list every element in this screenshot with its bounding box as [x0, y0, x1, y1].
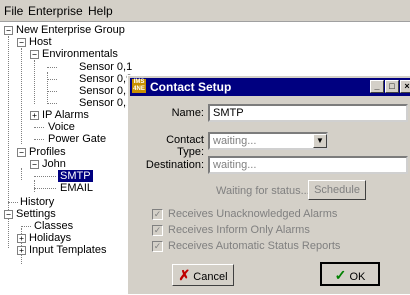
tree-node-environmentals[interactable]: Environmentals [42, 48, 118, 60]
destination-label: Destination: [145, 159, 204, 171]
tree-node-root[interactable]: New Enterprise Group [16, 24, 125, 36]
collapse-icon[interactable]: − [17, 38, 26, 47]
tree-node-history[interactable]: History [20, 196, 54, 208]
tree-node-smtp-selected[interactable]: SMTP [58, 170, 93, 182]
tree-node-classes[interactable]: Classes [34, 220, 73, 232]
collapse-icon[interactable]: − [4, 210, 13, 219]
expand-icon[interactable]: + [17, 246, 26, 255]
contact-type-label: Contact Type: [166, 134, 204, 158]
tree-node-sensor-0-1[interactable]: Sensor 0,1 [79, 61, 132, 73]
dialog-title: Contact Setup [150, 80, 232, 94]
minimize-icon[interactable]: _ [370, 80, 384, 93]
tree-node-voice[interactable]: Voice [48, 121, 75, 133]
ok-button-label: OK [349, 271, 366, 283]
menu-bar: File Enterprise Help [0, 0, 410, 22]
contact-setup-dialog: IMS 4NE Contact Setup _ □ × Name: SMTP C… [127, 75, 410, 295]
maximize-icon[interactable]: □ [385, 80, 399, 93]
menu-file[interactable]: File [4, 4, 23, 18]
tree-node-ip-alarms[interactable]: IP Alarms [42, 109, 89, 121]
chevron-down-icon[interactable]: ▼ [313, 134, 327, 148]
collapse-icon[interactable]: − [30, 160, 39, 169]
x-icon: ✗ [178, 267, 191, 283]
tree-node-john[interactable]: John [42, 158, 66, 170]
tree-node-settings[interactable]: Settings [16, 208, 56, 220]
menu-help[interactable]: Help [88, 4, 113, 18]
tree-node-holidays[interactable]: Holidays [29, 232, 71, 244]
schedule-button[interactable]: Schedule [308, 180, 366, 200]
status-text: Waiting for status... [216, 185, 310, 197]
cancel-button[interactable]: ✗ Cancel [172, 264, 234, 286]
close-icon[interactable]: × [400, 80, 410, 93]
tree-node-email[interactable]: EMAIL [60, 182, 93, 194]
dialog-titlebar[interactable]: IMS 4NE Contact Setup _ □ × [130, 78, 410, 96]
expand-icon[interactable]: + [30, 111, 39, 120]
checkbox-inform-only-alarms[interactable]: ✓ [152, 225, 163, 236]
destination-field[interactable]: waiting... [208, 156, 408, 174]
menu-enterprise[interactable]: Enterprise [28, 4, 83, 18]
tree-node-profiles[interactable]: Profiles [29, 146, 66, 158]
ok-button[interactable]: ✓ OK [320, 262, 380, 286]
app-icon: IMS 4NE [132, 79, 146, 93]
name-field[interactable]: SMTP [208, 104, 408, 122]
contact-type-select[interactable]: waiting... [208, 132, 328, 150]
checkmark-icon: ✓ [334, 267, 347, 283]
tree-node-input-templates[interactable]: Input Templates [29, 244, 106, 256]
tree-node-host[interactable]: Host [29, 36, 52, 48]
collapse-icon[interactable]: − [4, 26, 13, 35]
name-label: Name: [171, 107, 204, 119]
checkbox-label: Receives Unacknowledged Alarms [168, 208, 338, 220]
checkbox-label: Receives Inform Only Alarms [168, 224, 310, 236]
tree-node-power-gate[interactable]: Power Gate [48, 133, 106, 145]
checkbox-automatic-status-reports[interactable]: ✓ [152, 241, 163, 252]
checkbox-unacknowledged-alarms[interactable]: ✓ [152, 209, 163, 220]
collapse-icon[interactable]: − [17, 148, 26, 157]
expand-icon[interactable]: + [17, 234, 26, 243]
collapse-icon[interactable]: − [30, 50, 39, 59]
tree-node-sensor-0-9[interactable]: Sensor 0,9 [79, 73, 132, 85]
checkbox-label: Receives Automatic Status Reports [168, 240, 341, 252]
cancel-button-label: Cancel [193, 271, 228, 283]
